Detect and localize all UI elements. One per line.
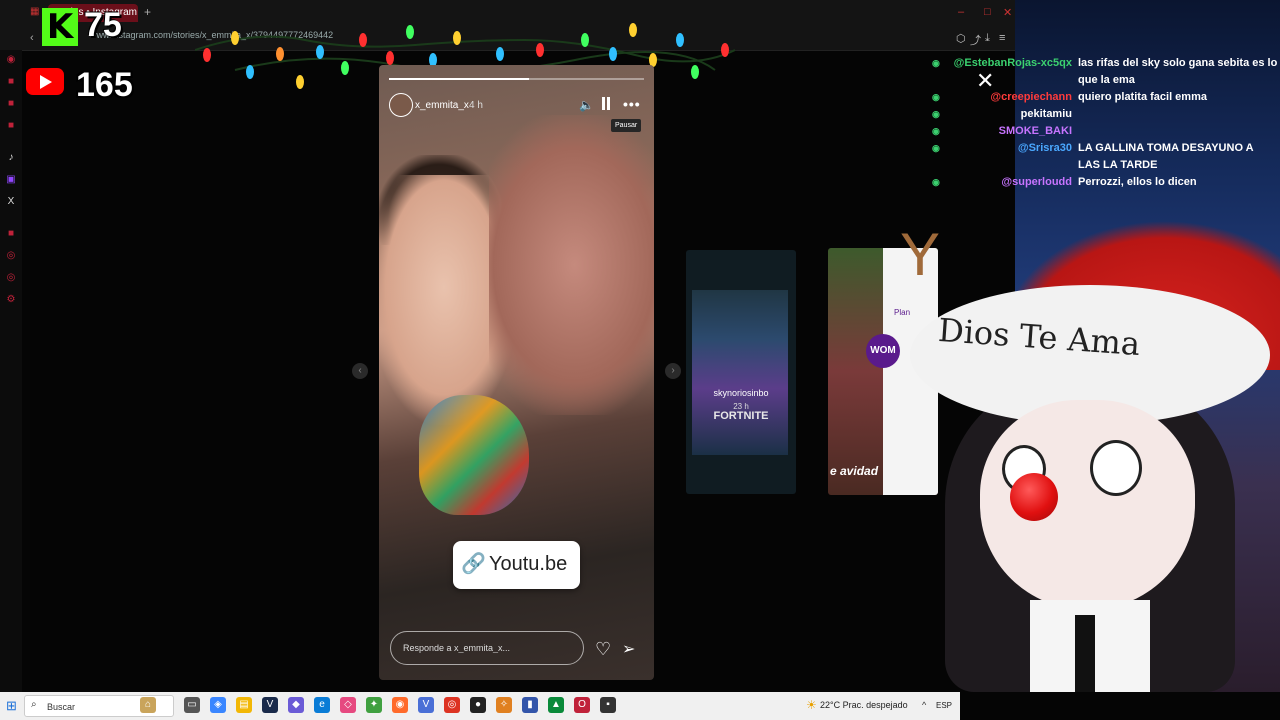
chat-badge-icon: ◉ [932,126,940,136]
app-icon[interactable]: ✦ [366,697,382,713]
share-icon[interactable]: ⤴ [970,32,981,48]
pause-icon[interactable] [601,97,611,110]
pause-tooltip: Pausar [611,119,642,132]
download-icon[interactable]: ⤓ [985,32,990,45]
sidebar-settings-icon[interactable]: ⚙ [5,294,17,306]
tray-chevron-icon[interactable]: ^ [922,700,926,710]
sidebar-lock-icon[interactable]: ■ [5,76,17,88]
sidebar-tiktok-icon[interactable]: ♪ [5,152,17,164]
maximize-icon[interactable]: □ [984,6,991,18]
sidebar-history-icon[interactable]: ■ [5,120,17,132]
close-story-icon[interactable]: ✕ [976,68,994,94]
weather-icon: ☀ [806,698,817,712]
preview-text: e avidad [830,464,879,478]
story-user-avatar[interactable] [389,93,413,117]
preview-image [692,290,788,455]
chat-badge-icon: ◉ [932,92,940,102]
next-story-button[interactable]: › [665,363,681,379]
app-icon[interactable]: ● [470,697,486,713]
sidebar-twitch-icon[interactable]: ▣ [5,174,17,186]
chat-text: las rifas del sky solo gana sebita es lo… [1078,57,1278,86]
previous-story-button[interactable]: ‹ [352,363,368,379]
browser-menu-icon[interactable]: ▦ [30,6,39,17]
story-viewer[interactable]: x_emmita_x 4 h 🔈 ••• Pausar 🔗 Youtu.be ♡… [379,65,654,680]
chat-username: pekitamiu [1020,108,1072,120]
new-tab-button[interactable]: + [144,5,151,19]
youtube-viewer-count: 165 [76,66,133,104]
app-icon[interactable]: ▲ [548,697,564,713]
browser-sidebar [0,50,22,692]
language-indicator[interactable]: ESP [936,701,952,710]
preview-title: FORTNITE [713,410,769,422]
app-icon[interactable]: V [418,697,434,713]
task-view-icon[interactable]: ▭ [184,697,200,713]
minimize-icon[interactable]: – [958,6,964,18]
file-explorer-icon[interactable]: ▤ [236,697,252,713]
sidebar-bookmark-icon[interactable]: ■ [5,98,17,110]
app-icon[interactable]: V [262,697,278,713]
link-sticker-label: Youtu.be [489,553,568,575]
sidebar-x-icon[interactable]: X [5,196,17,208]
volume-icon[interactable]: 🔈 [579,98,594,112]
chat-text: Perrozzi, ellos lo dicen [1078,176,1197,188]
chat-username: @EstebanRojas-xc5qx [953,57,1072,69]
story-photo-detail [489,115,654,415]
story-preview-card[interactable]: skynoriosinbo 23 h FORTNITE [686,250,796,494]
search-icon: ⌕ [31,699,37,710]
antler-decoration: Y [900,221,941,288]
firefox-icon[interactable]: ◉ [392,697,408,713]
kick-logo: K [42,8,78,46]
taskbar-widget-icon[interactable]: ⌂ [140,697,156,713]
chat-username: @creepiechann [990,91,1072,103]
wom-badge: WOM [866,334,900,368]
chat-text: quiero platita facil emma [1078,91,1207,103]
chat-text: LA GALLINA TOMA DESAYUNO A LAS LA TARDE [1078,142,1254,171]
avatar-eye [1090,440,1142,496]
back-icon[interactable]: ‹ [30,32,34,44]
chat-username: SMOKE_BAKI [998,125,1072,137]
preview-username: skynoriosinbo [713,388,769,398]
story-username[interactable]: x_emmita_x [415,100,469,111]
windows-start-icon[interactable]: ⊞ [6,698,17,714]
app-icon[interactable]: ▮ [522,697,538,713]
chat-username: @Srisra30 [1017,142,1072,154]
windows-taskbar: ⊞ Buscar ⌕ ⌂ ▭ ◈ ▤ V ◆ e ◇ ✦ ◉ V ◎ ● ✧ ▮… [0,692,960,720]
more-options-icon[interactable]: ••• [623,96,641,112]
copilot-icon[interactable]: ◈ [210,697,226,713]
weather-text[interactable]: 22°C Prac. despejado [820,700,908,710]
sidebar-home-icon[interactable]: ◉ [5,54,17,66]
chat-badge-icon: ◉ [932,58,940,68]
youtube-play-icon [40,75,52,89]
browser-settings-icon[interactable]: ≡ [999,32,1005,44]
link-sticker[interactable]: 🔗 Youtu.be [453,541,580,589]
app-icon[interactable]: ✧ [496,697,512,713]
chat-badge-icon: ◉ [932,143,940,153]
opera-icon[interactable]: O [574,697,590,713]
sidebar-app-icon[interactable]: ■ [5,228,17,240]
link-icon: 🔗 [461,553,486,575]
app-icon[interactable]: ▪ [600,697,616,713]
extensions-icon[interactable]: ⬡ [956,32,966,45]
send-icon[interactable]: ➢ [622,639,635,659]
preview-plan-label: Plan [894,308,911,317]
chat-badge-icon: ◉ [932,177,940,187]
avatar-tie [1075,615,1095,692]
story-photo-detail [419,395,529,515]
red-nose [1010,473,1058,521]
app-icon[interactable]: ◆ [288,697,304,713]
app-icon[interactable]: ◇ [340,697,356,713]
chrome-icon[interactable]: ◎ [444,697,460,713]
close-window-icon[interactable]: ✕ [1003,6,1012,19]
story-timestamp: 4 h [469,100,483,111]
like-heart-icon[interactable]: ♡ [595,639,611,660]
kick-viewer-count: 75 [84,6,122,44]
chat-badge-icon: ◉ [932,109,940,119]
sidebar-app-icon[interactable]: ◎ [5,272,17,284]
chat-username: @superloudd [1001,176,1072,188]
sidebar-app-icon[interactable]: ◎ [5,250,17,262]
story-progress-fill [389,78,530,80]
edge-icon[interactable]: e [314,697,330,713]
reply-input[interactable] [390,631,584,665]
